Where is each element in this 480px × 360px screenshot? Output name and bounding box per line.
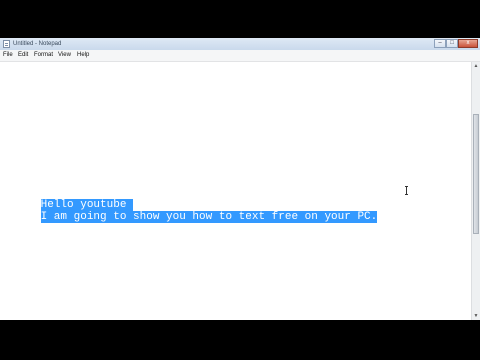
menu-help[interactable]: Help xyxy=(77,50,89,61)
menu-bar: File Edit Format View Help xyxy=(0,50,480,62)
notepad-icon xyxy=(3,40,10,48)
text-cursor-icon xyxy=(405,186,408,195)
scroll-up-arrow-icon[interactable]: ▲ xyxy=(472,62,480,70)
window-controls: – □ x xyxy=(434,39,478,49)
menu-format[interactable]: Format xyxy=(34,50,53,61)
close-button[interactable]: x xyxy=(458,39,478,48)
minimize-button[interactable]: – xyxy=(434,39,446,48)
editor-line-2: I am going to show you how to text free … xyxy=(1,199,378,235)
notepad-window: Untitled - Notepad – □ x File Edit Forma… xyxy=(0,38,480,320)
scroll-down-arrow-icon[interactable]: ▼ xyxy=(472,312,480,320)
window-title: Untitled - Notepad xyxy=(13,41,62,47)
maximize-button[interactable]: □ xyxy=(446,39,458,48)
text-editor[interactable]: Hello youtube I am going to show you how… xyxy=(0,62,472,320)
menu-view[interactable]: View xyxy=(58,50,71,61)
scroll-thumb[interactable] xyxy=(473,114,479,234)
title-bar[interactable]: Untitled - Notepad – □ x xyxy=(0,38,480,50)
menu-file[interactable]: File xyxy=(3,50,13,61)
menu-edit[interactable]: Edit xyxy=(18,50,28,61)
vertical-scrollbar[interactable]: ▲ ▼ xyxy=(471,62,480,320)
selected-text: I am going to show you how to text free … xyxy=(40,211,378,223)
